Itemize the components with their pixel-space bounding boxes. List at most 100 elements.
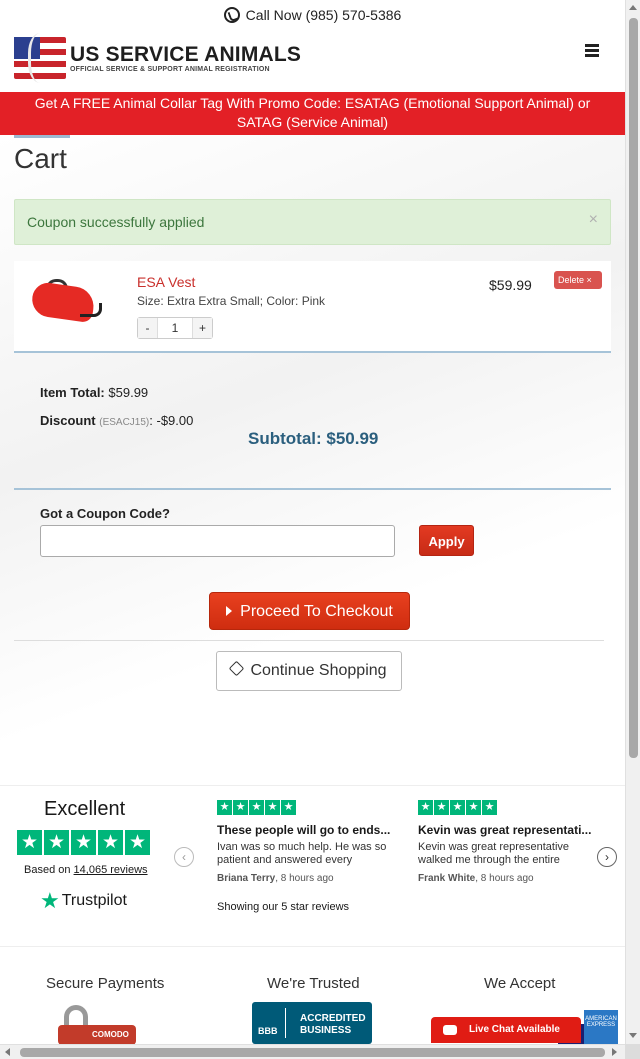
review-author-name: Briana Terry (217, 873, 276, 884)
star-icon: ★ (125, 830, 150, 855)
review-author: Frank White, 8 hours ago (418, 873, 598, 884)
coupon-success-alert: Coupon successfully applied × (14, 199, 611, 245)
cart-content: Cart Coupon successfully applied × ESA V… (0, 135, 625, 780)
item-total-value: $59.99 (108, 385, 149, 400)
product-name-link[interactable]: ESA Vest (137, 274, 195, 290)
divider (14, 488, 611, 490)
site-logo[interactable]: US SERVICE ANIMALS OFFICIAL SERVICE & SU… (14, 33, 301, 85)
review-author-name: Frank White (418, 873, 476, 884)
review-time: , 8 hours ago (275, 873, 334, 884)
review-title: Kevin was great representati... (418, 823, 592, 837)
page: Call Now (985) 570-5386 US SERVICE ANIMA… (0, 0, 625, 1044)
brand-tagline: OFFICIAL SERVICE & SUPPORT ANIMAL REGIST… (70, 66, 270, 73)
trustpilot-logo[interactable]: ★ Trustpilot (40, 888, 127, 913)
discount-value: : -$9.00 (149, 413, 194, 428)
discount-label: Discount (40, 413, 96, 428)
star-icon: ★ (71, 830, 96, 855)
scroll-left-icon[interactable] (5, 1048, 10, 1056)
review-body: Kevin was great representative walked me… (418, 841, 570, 866)
review-stars: ★ ★ ★ ★ ★ (217, 800, 397, 815)
carousel-prev-button[interactable]: ‹ (174, 847, 194, 867)
continue-shopping-button[interactable]: Continue Shopping (216, 651, 402, 691)
quantity-stepper: - 1 + (137, 317, 213, 339)
live-chat-label: Live Chat Available (469, 1024, 560, 1035)
trustpilot-star-icon: ★ (40, 888, 60, 913)
quantity-value[interactable]: 1 (158, 321, 192, 335)
scrollbar-corner (625, 1044, 640, 1059)
trustpilot-rating-word: Excellent (44, 798, 126, 820)
item-total-label: Item Total: (40, 385, 105, 400)
discount-row: Discount (ESACJ15): -$9.00 (40, 413, 193, 428)
trustpilot-widget: Excellent ★ ★ ★ ★ ★ Based on 14,065 revi… (0, 785, 625, 947)
bbb-business-text: BUSINESS (300, 1025, 352, 1036)
live-chat-button[interactable]: Live Chat Available (431, 1017, 581, 1043)
review-author: Briana Terry, 8 hours ago (217, 873, 397, 884)
phone-icon (223, 7, 240, 23)
coupon-label: Got a Coupon Code? (40, 506, 170, 521)
we-accept-heading: We Accept (484, 975, 556, 992)
star-icon: ★ (44, 830, 69, 855)
chat-bubble-icon (443, 1025, 457, 1035)
scroll-right-icon[interactable] (612, 1048, 617, 1056)
page-title: Cart (14, 143, 67, 174)
review-card[interactable]: ★ ★ ★ ★ ★ Kevin was great representati... Ke… (418, 800, 598, 884)
coupon-code-input[interactable] (40, 525, 395, 557)
trustpilot-logo-text: Trustpilot (61, 892, 127, 909)
bbb-accredited-text: ACCREDITED (300, 1013, 366, 1024)
scroll-down-icon[interactable] (629, 1033, 637, 1038)
cart-item: ESA Vest Size: Extra Extra Small; Color:… (14, 261, 611, 353)
item-total-row: Item Total: $59.99 (40, 385, 148, 400)
product-options: Size: Extra Extra Small; Color: Pink (137, 294, 326, 308)
quantity-increase-button[interactable]: + (192, 318, 212, 338)
title-accent (14, 135, 70, 138)
scroll-up-icon[interactable] (629, 5, 637, 10)
review-card[interactable]: ★ ★ ★ ★ ★ These people will go to ends... Iv… (217, 800, 397, 884)
based-on-label: Based on (24, 864, 74, 876)
bbb-mark-text: BBB (258, 1026, 278, 1036)
product-image[interactable] (28, 275, 108, 335)
amex-card-icon: AMERICAN EXPRESS (584, 1010, 618, 1044)
bbb-mark: BBB (258, 1008, 286, 1038)
star-icon: ★ (98, 830, 123, 855)
hamburger-menu-icon[interactable] (585, 44, 599, 58)
review-title: These people will go to ends... (217, 823, 391, 837)
call-now-text[interactable]: Call Now (985) 570-5386 (246, 7, 402, 23)
continue-label: Continue Shopping (250, 662, 387, 679)
comodo-label: COMODO (58, 1025, 136, 1044)
discount-code: (ESACJ15) (99, 417, 150, 428)
carousel-next-button[interactable]: › (597, 847, 617, 867)
scrollbar-thumb[interactable] (629, 18, 638, 758)
checkout-label: Proceed To Checkout (240, 603, 393, 620)
vertical-scrollbar[interactable] (625, 0, 640, 1044)
cart-totals: Item Total: $59.99 Discount (ESACJ15): -… (14, 363, 611, 488)
alert-message: Coupon successfully applied (27, 214, 205, 230)
trusted-heading: We're Trusted (267, 975, 360, 992)
subtotal: Subtotal: $50.99 (248, 429, 379, 448)
proceed-to-checkout-button[interactable]: Proceed To Checkout (209, 592, 410, 630)
call-bar[interactable]: Call Now (985) 570-5386 (0, 0, 625, 30)
review-body: Ivan was so much help. He was so patient… (217, 841, 387, 866)
horizontal-scrollbar[interactable] (0, 1044, 625, 1059)
review-time: , 8 hours ago (475, 873, 534, 884)
brand-name: US SERVICE ANIMALS (70, 43, 302, 66)
review-stars: ★ ★ ★ ★ ★ (418, 800, 598, 815)
delete-item-button[interactable]: Delete × (554, 271, 602, 289)
product-price: $59.99 (489, 277, 532, 293)
footer-badges: Secure Payments We're Trusted We Accept (0, 975, 625, 995)
flag-logo-icon (14, 33, 68, 85)
play-icon (226, 605, 233, 616)
tag-icon (229, 660, 245, 677)
scrollbar-thumb[interactable] (20, 1048, 605, 1057)
secure-payments-heading: Secure Payments (46, 975, 165, 992)
quantity-decrease-button[interactable]: - (138, 318, 158, 338)
site-header: US SERVICE ANIMALS OFFICIAL SERVICE & SU… (0, 30, 625, 92)
apply-coupon-button[interactable]: Apply (419, 525, 474, 556)
review-count-text: Based on 14,065 reviews (24, 864, 148, 876)
close-icon[interactable]: × (589, 211, 598, 229)
promo-banner: Get A FREE Animal Collar Tag With Promo … (0, 92, 625, 135)
bbb-text: ACCREDITED BUSINESS (300, 1013, 366, 1037)
star-icon: ★ (17, 830, 42, 855)
comodo-seal[interactable]: COMODO (58, 1005, 138, 1044)
review-count-link[interactable]: 14,065 reviews (74, 864, 148, 876)
bbb-accredited-badge[interactable]: BBB ACCREDITED BUSINESS (252, 1002, 372, 1044)
